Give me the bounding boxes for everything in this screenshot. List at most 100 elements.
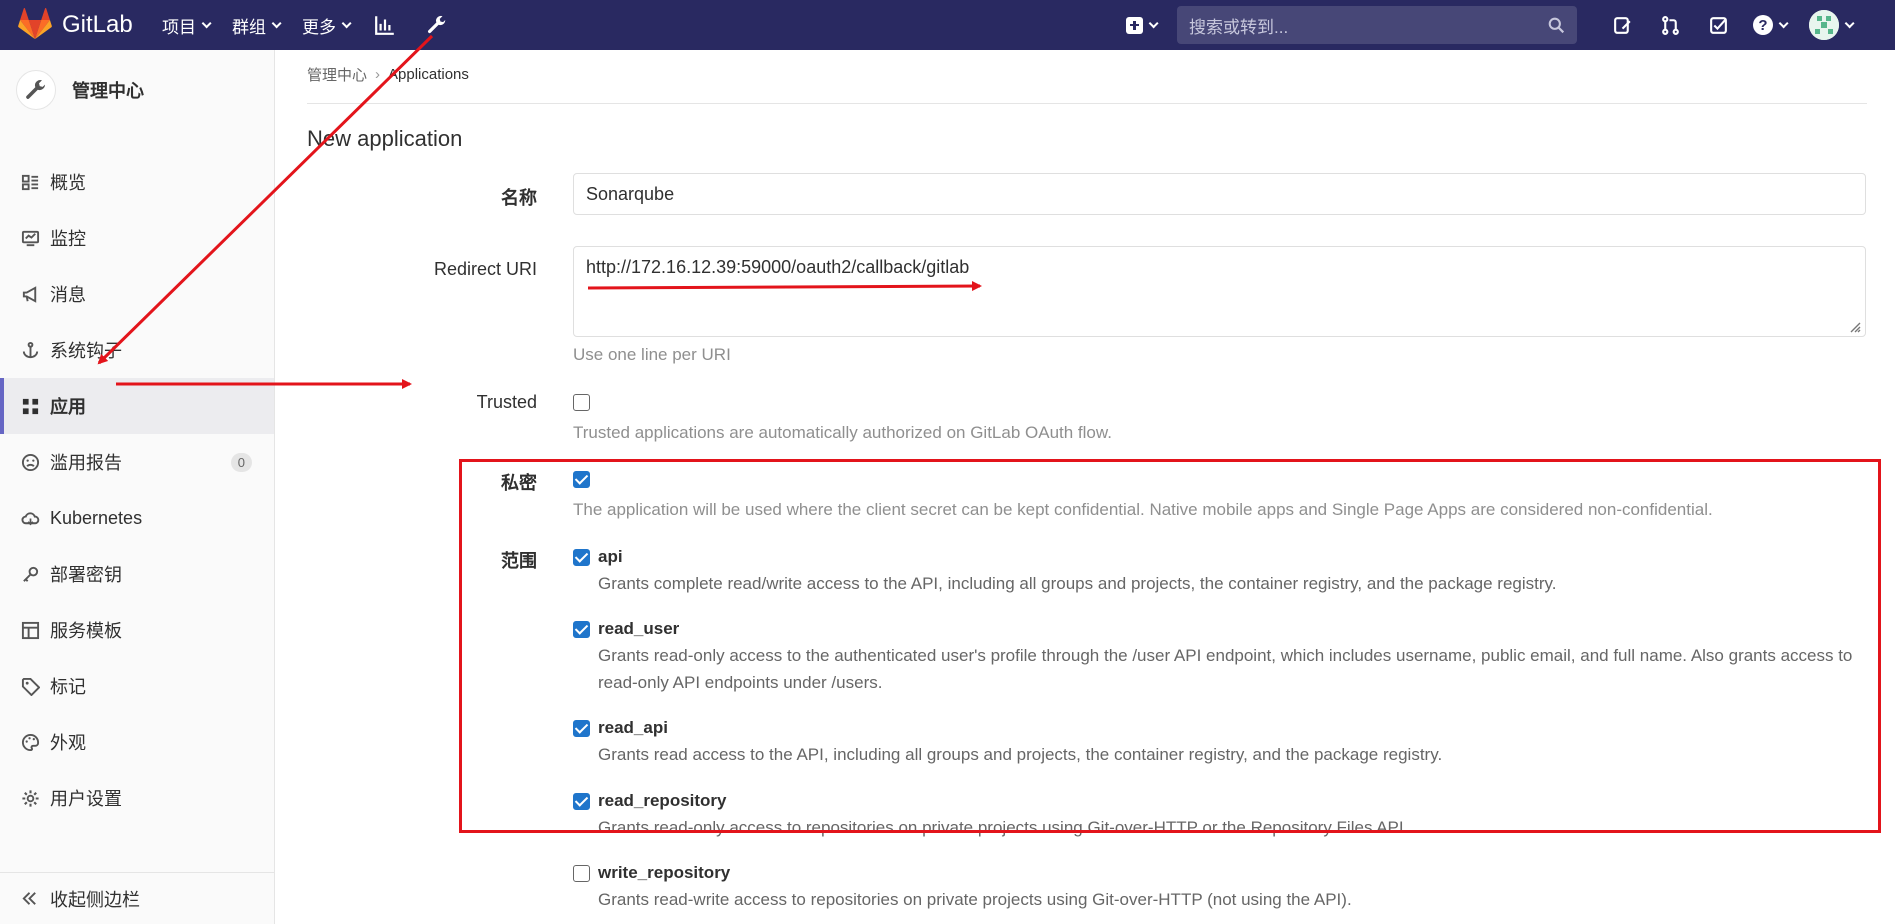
- sidebar-item-monitoring[interactable]: 监控: [0, 210, 274, 266]
- scope-write-repository-desc: Grants read-write access to repositories…: [598, 890, 1352, 909]
- sidebar-item-appearance[interactable]: 外观: [0, 714, 274, 770]
- chevron-down-icon: [1778, 17, 1789, 28]
- sidebar-item-label: 部署密钥: [50, 565, 122, 585]
- chevron-down-icon: [1844, 17, 1855, 28]
- chevron-down-icon: [201, 17, 212, 28]
- nav-groups-dropdown[interactable]: 群组: [232, 13, 282, 38]
- user-menu-dropdown[interactable]: [1809, 10, 1855, 40]
- confidential-help: The application will be used where the c…: [573, 500, 1713, 519]
- name-label: 名称: [501, 188, 537, 208]
- avatar: [1809, 10, 1839, 40]
- search-input[interactable]: 搜索或转到...: [1177, 6, 1577, 44]
- redirect-uri-value: http://172.16.12.39:59000/oauth2/callbac…: [586, 257, 970, 277]
- sidebar-item-settings[interactable]: 用户设置: [0, 770, 274, 826]
- count-badge: 0: [230, 452, 252, 472]
- name-input-value: Sonarqube: [586, 184, 675, 204]
- scope-write-repository-checkbox[interactable]: [573, 865, 590, 882]
- nav-projects-dropdown[interactable]: 项目: [162, 13, 212, 38]
- cloud-icon: [20, 508, 40, 528]
- palette-icon: [20, 732, 40, 752]
- issues-icon[interactable]: [1609, 12, 1635, 38]
- sidebar-item-label: 外观: [50, 733, 86, 753]
- scope-read-repository-checkbox[interactable]: [573, 793, 590, 810]
- breadcrumb: 管理中心 › Applications: [307, 64, 469, 85]
- scope-api-name: api: [598, 547, 623, 566]
- sidebar-item-abuse-reports[interactable]: 滥用报告 0: [0, 434, 274, 490]
- trusted-checkbox[interactable]: [573, 394, 590, 411]
- sidebar-item-label: 服务模板: [50, 621, 122, 641]
- sidebar-item-label: 系统钩子: [50, 341, 122, 361]
- name-input[interactable]: Sonarqube: [573, 173, 1866, 215]
- sidebar-item-label: Kubernetes: [50, 507, 143, 528]
- collapse-sidebar-label: 收起侧边栏: [50, 889, 140, 910]
- scope-read-user-desc: Grants read-only access to the authentic…: [598, 646, 1853, 692]
- sidebar-item-label: 监控: [50, 229, 86, 249]
- scope-read-api-desc: Grants read access to the API, including…: [598, 745, 1443, 764]
- breadcrumb-divider: [307, 103, 1867, 104]
- redirect-uri-help: Use one line per URI: [573, 345, 731, 364]
- scope-read-repository-name: read_repository: [598, 791, 727, 810]
- sidebar-item-deploy-keys[interactable]: 部署密钥: [0, 546, 274, 602]
- sidebar-item-labels[interactable]: 标记: [0, 658, 274, 714]
- chevron-down-icon: [341, 17, 352, 28]
- scope-api-checkbox[interactable]: [573, 549, 590, 566]
- template-icon: [20, 620, 40, 640]
- annotation-arrows: [97, 34, 982, 389]
- double-chevron-left-icon: [20, 889, 40, 908]
- nav-projects-label: 项目: [162, 17, 196, 37]
- activity-chart-icon[interactable]: [372, 12, 398, 38]
- help-dropdown[interactable]: ?: [1753, 15, 1789, 35]
- redirect-uri-textarea[interactable]: http://172.16.12.39:59000/oauth2/callbac…: [573, 246, 1866, 337]
- sidebar-title: 管理中心: [72, 81, 144, 101]
- chevron-right-icon: ›: [375, 66, 381, 83]
- sidebar-item-overview[interactable]: 概览: [0, 154, 274, 210]
- tag-icon: [20, 676, 40, 696]
- scope-api-desc: Grants complete read/write access to the…: [598, 574, 1557, 593]
- scopes-label: 范围: [501, 551, 537, 571]
- breadcrumb-current[interactable]: Applications: [388, 66, 469, 83]
- sidebar-item-service-templates[interactable]: 服务模板: [0, 602, 274, 658]
- sidebar-item-kubernetes[interactable]: Kubernetes: [0, 490, 274, 546]
- new-item-dropdown[interactable]: [1126, 16, 1159, 34]
- gitlab-tanuki-icon: [18, 8, 52, 40]
- abuse-icon: [20, 452, 40, 472]
- search-placeholder: 搜索或转到...: [1189, 17, 1289, 37]
- top-navbar: GitLab 项目 群组 更多 搜索或转到... ?: [0, 0, 1895, 50]
- scope-read-api-name: read_api: [598, 718, 668, 737]
- nav-more-label: 更多: [302, 17, 336, 37]
- gitlab-logo[interactable]: GitLab: [18, 8, 148, 42]
- sidebar-item-applications[interactable]: 应用: [0, 378, 274, 434]
- collapse-sidebar-button[interactable]: 收起侧边栏: [0, 872, 274, 924]
- sidebar-header[interactable]: 管理中心: [0, 50, 274, 130]
- nav-more-dropdown[interactable]: 更多: [302, 13, 352, 38]
- scope-read-user-checkbox[interactable]: [573, 621, 590, 638]
- admin-wrench-icon[interactable]: [424, 12, 450, 38]
- settings-icon: [20, 788, 40, 808]
- resize-handle-icon[interactable]: [1847, 319, 1861, 333]
- todos-icon[interactable]: [1705, 12, 1731, 38]
- page-title: New application: [307, 126, 463, 151]
- sidebar-item-label: 标记: [50, 677, 86, 697]
- anchor-icon: [20, 340, 40, 360]
- overview-icon: [20, 172, 40, 192]
- scope-write-repository-name: write_repository: [598, 863, 731, 882]
- apps-icon: [20, 396, 40, 416]
- confidential-checkbox[interactable]: [573, 471, 590, 488]
- messages-icon: [20, 284, 40, 304]
- redirect-uri-label: Redirect URI: [433, 259, 537, 279]
- admin-wrench-icon: [16, 70, 56, 110]
- scope-read-api-checkbox[interactable]: [573, 720, 590, 737]
- sidebar-item-messages[interactable]: 消息: [0, 266, 274, 322]
- sidebar-item-system-hooks[interactable]: 系统钩子: [0, 322, 274, 378]
- chevron-down-icon: [1148, 17, 1159, 28]
- scope-read-user-name: read_user: [598, 619, 680, 638]
- confidential-label: 私密: [501, 473, 537, 493]
- sidebar-item-label: 应用: [50, 397, 86, 417]
- merge-requests-icon[interactable]: [1657, 12, 1683, 38]
- sidebar-item-label: 消息: [50, 285, 86, 305]
- trusted-label: Trusted: [476, 392, 537, 412]
- sidebar-item-label: 滥用报告: [50, 453, 122, 473]
- chevron-down-icon: [271, 17, 282, 28]
- key-icon: [20, 564, 40, 584]
- breadcrumb-admin-link[interactable]: 管理中心: [307, 64, 367, 85]
